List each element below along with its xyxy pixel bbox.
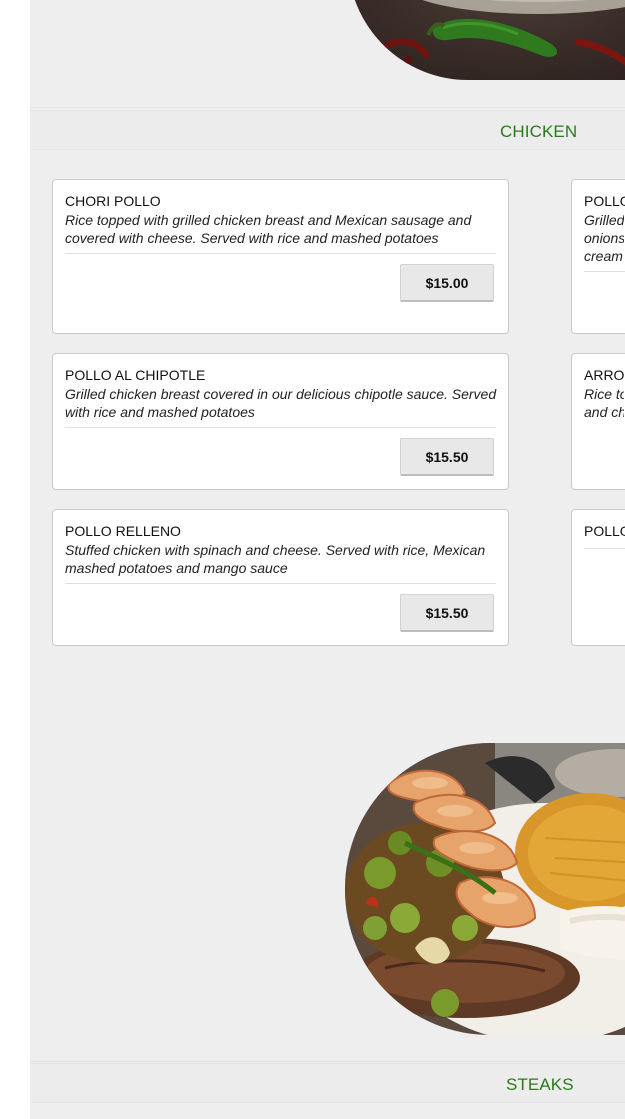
description-line: cream [584, 248, 623, 264]
divider [584, 548, 625, 549]
description-line: Grilled [584, 212, 624, 228]
description-line: and ch [584, 404, 624, 420]
add-to-order-button[interactable]: $15.00 [400, 264, 494, 302]
section-header-steaks: STEAKS [30, 1063, 625, 1103]
menu-item-card[interactable]: ARRO Rice to and ch [571, 353, 625, 490]
menu-item-card[interactable]: CHORI POLLO Rice topped with grilled chi… [52, 179, 509, 334]
item-name: POLLO [584, 193, 625, 209]
divider [65, 427, 496, 428]
menu-item-card[interactable]: POLLO RELLENO Stuffed chicken with spina… [52, 509, 509, 646]
add-to-order-button[interactable]: $15.50 [400, 438, 494, 476]
add-to-order-button[interactable]: $15.50 [400, 594, 494, 632]
menu-item-card[interactable]: POLLO Grilled onions cream [571, 179, 625, 334]
item-name: POLLO RELLENO [65, 523, 181, 539]
shrimp-steak-rice-image [345, 743, 625, 1035]
description-line: Rice to [584, 386, 624, 402]
item-description: Grilled chicken breast covered in our de… [65, 386, 497, 420]
divider [30, 107, 625, 108]
section-header-chicken: CHICKEN [30, 110, 625, 150]
item-description: Stuffed chicken with spinach and cheese.… [65, 542, 486, 576]
item-description: Rice to and ch [584, 385, 624, 421]
dish-with-peppers-image [348, 0, 625, 80]
item-name: ARRO [584, 367, 625, 383]
divider [584, 271, 625, 272]
menu-page: CHICKEN CHORI POLLO Rice topped with gri… [30, 0, 625, 1119]
section-title: STEAKS [506, 1075, 574, 1094]
menu-item-card[interactable]: POLLO AL CHIPOTLE Grilled chicken breast… [52, 353, 509, 490]
description-line: onions [584, 230, 624, 246]
item-name: CHORI POLLO [65, 193, 161, 209]
divider [65, 583, 496, 584]
item-name: POLLO [584, 523, 625, 539]
item-description: Grilled onions cream [584, 211, 624, 265]
section-title: CHICKEN [500, 122, 578, 141]
divider [30, 1061, 625, 1062]
item-description: Rice topped with grilled chicken breast … [65, 212, 472, 246]
menu-item-card[interactable]: POLLO [571, 509, 625, 646]
item-name: POLLO AL CHIPOTLE [65, 367, 206, 383]
divider [65, 253, 496, 254]
